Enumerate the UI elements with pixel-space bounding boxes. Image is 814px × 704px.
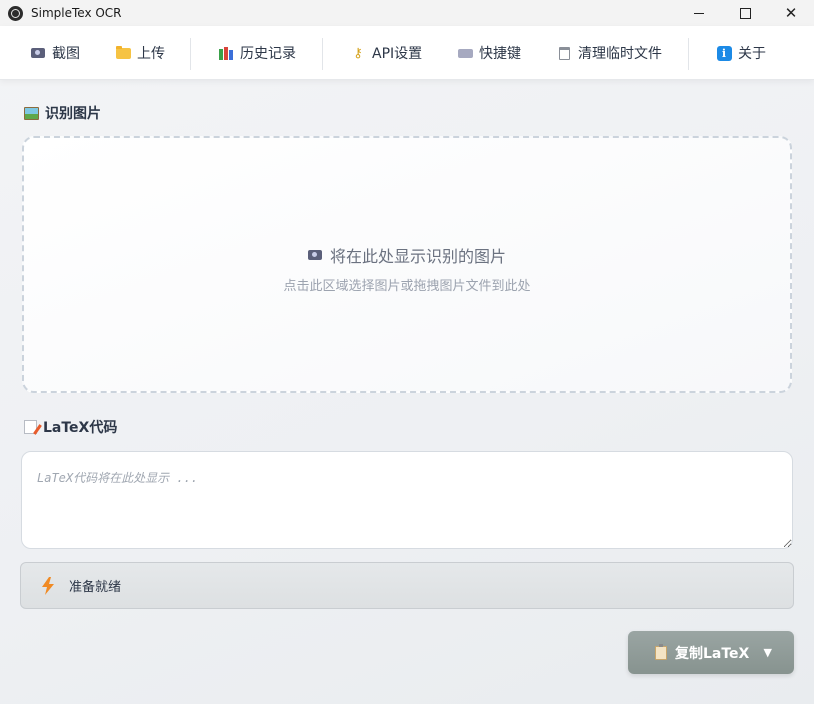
dropzone-placeholder-text: 将在此处显示识别的图片 [329, 247, 506, 266]
dropzone-hint: 点击此区域选择图片或拖拽图片文件到此处 [283, 279, 531, 294]
api-settings-button[interactable]: ⚷ API设置 [350, 26, 422, 80]
app-logo-icon [8, 5, 23, 21]
upload-button[interactable]: 上传 [115, 26, 165, 80]
status-text: 准备就绪 [69, 580, 122, 595]
toolbar-divider [190, 38, 191, 70]
about-label: 关于 [738, 46, 766, 62]
memo-icon [24, 420, 37, 434]
history-button[interactable]: 历史记录 [218, 26, 296, 80]
dropzone-placeholder: 将在此处显示识别的图片 [24, 243, 790, 267]
keyboard-icon [457, 45, 473, 61]
latex-section-label: LaTeX代码 [43, 420, 118, 436]
api-settings-label: API设置 [372, 46, 423, 62]
camera-icon [307, 250, 322, 260]
close-button[interactable]: ✕ [768, 0, 814, 26]
folder-icon [115, 45, 131, 61]
clean-temp-files-button[interactable]: 清理临时文件 [556, 26, 662, 80]
close-icon: ✕ [784, 3, 798, 22]
image-section-title: 识别图片 [24, 103, 101, 123]
window-title: SimpleTex OCR [31, 6, 122, 20]
copy-latex-button[interactable]: 复制LaTeX ▼ [628, 631, 794, 674]
toolbar-divider [322, 38, 323, 70]
image-section-label: 识别图片 [45, 106, 101, 122]
maximize-button[interactable] [722, 0, 768, 26]
key-icon: ⚷ [353, 45, 363, 61]
clean-temp-files-label: 清理临时文件 [578, 46, 662, 62]
copy-latex-label: 复制LaTeX [675, 645, 750, 662]
title-bar: SimpleTex OCR ✕ [0, 0, 814, 26]
trash-icon [556, 45, 572, 61]
history-label: 历史记录 [240, 46, 296, 62]
latex-output-field[interactable] [21, 451, 793, 549]
camera-icon [30, 45, 46, 61]
toolbar: 截图 上传 历史记录 ⚷ API设置 快捷键 清理临时文件 i 关于 [0, 26, 814, 80]
screenshot-label: 截图 [52, 46, 80, 62]
status-bar: 准备就绪 [20, 562, 794, 609]
books-icon [218, 45, 234, 61]
picture-icon [24, 106, 39, 120]
shortcuts-label: 快捷键 [479, 46, 521, 62]
latex-section-title: LaTeX代码 [24, 417, 117, 437]
minimize-button[interactable] [676, 0, 722, 26]
shortcuts-button[interactable]: 快捷键 [457, 26, 521, 80]
chevron-down-icon[interactable]: ▼ [764, 646, 772, 659]
screenshot-button[interactable]: 截图 [30, 26, 80, 80]
image-dropzone[interactable]: 将在此处显示识别的图片 点击此区域选择图片或拖拽图片文件到此处 [22, 136, 792, 393]
info-icon: i [716, 45, 732, 61]
lightning-icon [41, 576, 55, 595]
upload-label: 上传 [137, 46, 165, 62]
toolbar-divider [688, 38, 689, 70]
clipboard-icon [655, 643, 667, 660]
about-button[interactable]: i 关于 [716, 26, 766, 80]
